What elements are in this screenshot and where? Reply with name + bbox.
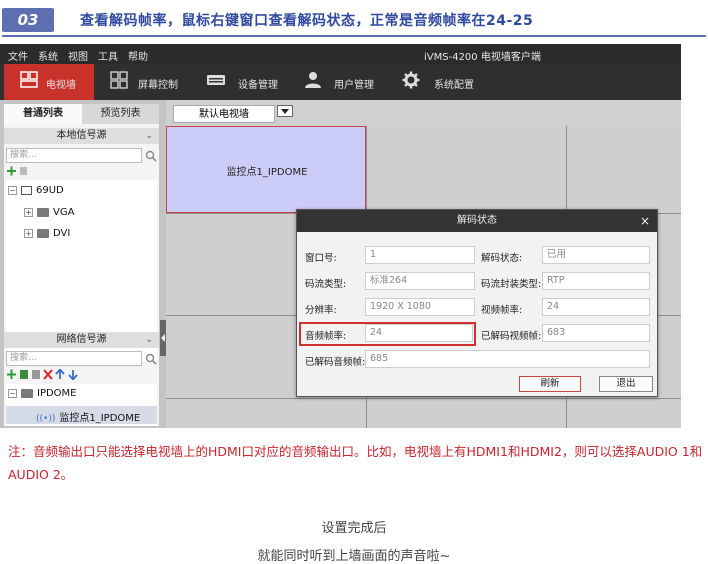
chevron-down-icon: ⌄ [145,131,153,141]
gear-icon [402,71,420,89]
toolbar-device-management[interactable]: 设备管理 [204,64,294,100]
video-fps-field: 24 [542,298,650,316]
refresh-button[interactable]: 刷新 [519,376,581,392]
toolbar-user-management[interactable]: 用户管理 [302,64,392,100]
arrow-up-icon [55,369,65,379]
toolbar-tv-wall-label: 电视墙 [46,80,76,91]
tv-wall-select[interactable]: 默认电视墙 [173,105,275,123]
tree-item-camera-1[interactable]: ((•)) 监控点1_IPDOME [36,409,140,424]
grid-line [166,398,681,399]
collapse-icon[interactable]: − [8,185,17,195]
delete-icon [43,369,53,380]
decoded-video-field: 683 [542,324,650,342]
folder-icon [37,207,49,217]
folder-icon [37,228,49,238]
expand-icon[interactable]: + [24,228,33,238]
toolbar-screen-control-label: 屏幕控制 [138,80,178,91]
decoded-video-label: 已解码视频帧: [481,331,542,342]
camera-signal-icon: ((•)) [36,414,56,424]
collapse-icon[interactable]: − [8,388,17,398]
toolbar-system-config[interactable]: 系统配置 [400,64,490,100]
menu-help[interactable]: 帮助 [128,48,148,63]
note-text: 注：音频输出口只能选择电视墙上的HDMI口对应的音频输出口。比如，电视墙上有HD… [8,444,703,482]
wall-window-1[interactable]: 监控点1_IPDOME [166,126,366,213]
decode-status-dialog: 解码状态 × 窗口号: 1 解码状态: 已用 码流类型: 标准264 码流封装类… [296,209,658,397]
menu-file[interactable]: 文件 [8,48,28,63]
add-icon [7,369,16,379]
screen-grid-icon [110,71,128,89]
close-icon[interactable]: × [640,210,650,232]
app-title: iVMS-4200 电视墙客户端 [424,52,541,63]
stream-type-field: 标准264 [365,272,475,290]
tree-item-69ud[interactable]: −69UD [8,185,64,196]
network-source-title: 网络信号源 [56,334,107,345]
encap-type-field: RTP [542,272,650,290]
tab-preview-list[interactable]: 预览列表 [82,104,159,124]
edit-icon [32,370,40,379]
step-title: 查看解码帧率，鼠标右键窗口查看解码状态，正常是音频帧率在24-25 [80,13,534,29]
toolbar-screen-control[interactable]: 屏幕控制 [106,64,196,100]
tree-item-ipdome[interactable]: − IPDOME [8,388,77,399]
step-divider [2,35,706,37]
resolution-label: 分辨率: [305,305,337,316]
search-icon[interactable] [145,353,157,365]
exit-button[interactable]: 退出 [599,376,653,392]
add-icon [7,166,16,176]
import-icon [20,370,28,379]
resolution-field: 1920 X 1080 [365,298,475,316]
network-source-header[interactable]: 网络信号源 ⌄ [4,332,159,348]
decoded-audio-label: 已解码音频帧: [305,357,366,368]
local-source-header[interactable]: 本地信号源 ⌄ [4,128,159,144]
dialog-title: 解码状态 × [297,210,657,232]
tree-item-dvi[interactable]: + DVI [24,228,70,239]
arrow-down-icon [68,370,78,380]
audio-fps-label: 音频帧率: [305,331,347,342]
menu-bar: 文件 系统 视图 工具 帮助 iVMS-4200 电视墙客户端 [0,44,681,64]
toolbar-device-management-label: 设备管理 [238,80,278,91]
expand-icon[interactable]: + [24,207,33,217]
menu-view[interactable]: 视图 [68,48,88,63]
chevron-down-icon: ⌄ [145,335,153,345]
delete-icon [20,167,27,175]
toolbar-user-management-label: 用户管理 [334,80,374,91]
decode-status-label: 解码状态: [481,253,523,264]
left-panel: 普通列表 预览列表 本地信号源 ⌄ 搜索... −69UD + VGA + DV… [4,104,159,426]
decode-status-field: 已用 [542,246,650,264]
audio-fps-field: 24 [365,324,473,342]
main-toolbar: 电视墙 屏幕控制 设备管理 用户管理 系统配置 [0,64,681,100]
toolbar-tv-wall[interactable]: 电视墙 [4,64,94,100]
wall-window-label: 监控点1_IPDOME [226,167,308,178]
local-source-title: 本地信号源 [56,130,107,141]
folder-icon [21,388,33,398]
step-header: 03 查看解码帧率，鼠标右键窗口查看解码状态，正常是音频帧率在24-25 [0,4,708,37]
decoded-audio-field: 685 [365,350,650,368]
window-no-field: 1 [365,246,475,264]
network-toolbar-icons [7,369,78,380]
step-number-badge: 03 [2,8,54,32]
network-search-input[interactable]: 搜索... [6,351,142,366]
user-icon [305,72,321,88]
menu-system[interactable]: 系统 [38,48,58,63]
encap-type-label: 码流封装类型: [481,279,542,290]
local-search-input[interactable]: 搜索... [6,148,142,163]
toolbar-system-config-label: 系统配置 [434,80,474,91]
chevron-down-icon[interactable] [277,105,293,117]
screenshot-root: 03 查看解码帧率，鼠标右键窗口查看解码状态，正常是音频帧率在24-25 文件 … [0,0,708,564]
local-toolbar-icons [7,166,27,176]
device-icon [207,75,225,85]
tv-wall-icon [20,71,38,88]
menu-tools[interactable]: 工具 [98,48,118,63]
panel-tabs: 普通列表 预览列表 [4,104,159,124]
search-icon[interactable] [145,150,157,162]
tab-normal-list[interactable]: 普通列表 [4,104,82,124]
window-no-label: 窗口号: [305,253,337,264]
footer-line-2: 就能同时听到上墙画面的声音啦~ [257,549,451,564]
tree-item-vga[interactable]: + VGA [24,207,74,218]
footer-line-1: 设置完成后 [321,521,387,536]
stream-type-label: 码流类型: [305,279,347,290]
monitor-icon [21,185,32,195]
video-fps-label: 视频帧率: [481,305,523,316]
